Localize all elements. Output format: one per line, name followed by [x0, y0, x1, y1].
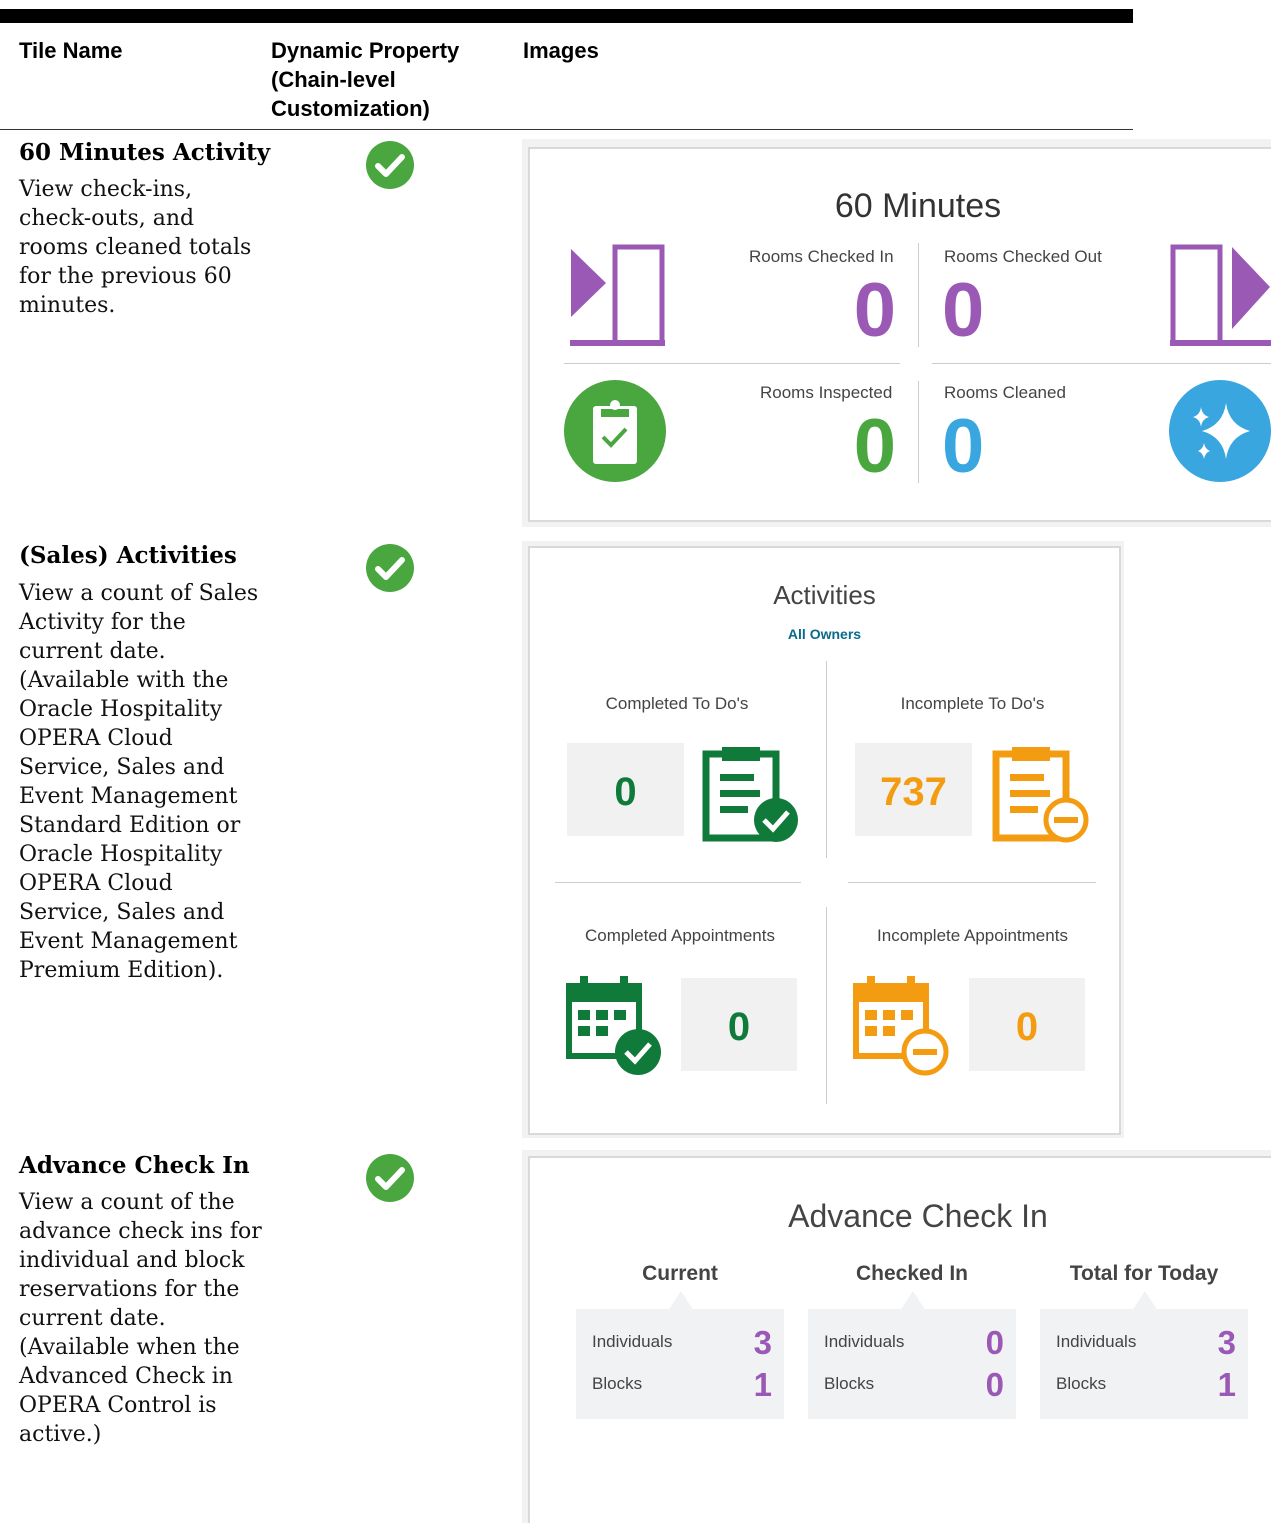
- header-dynamic-property: Dynamic Property (Chain-level Customizat…: [271, 38, 460, 121]
- incomplete-todos-label: Incomplete To Do's: [900, 694, 1045, 713]
- individuals-label: Individuals: [1056, 1332, 1137, 1351]
- tile-advance-title: Advance Check In: [788, 1198, 1048, 1234]
- tile-activities: Activities All Owners Completed To Do's …: [528, 546, 1121, 1135]
- door-enter-icon: [570, 244, 665, 346]
- rooms-checked-out-label: Rooms Checked Out: [944, 247, 1102, 266]
- completed-appts-value: 0: [727, 1005, 751, 1049]
- individuals-label: Individuals: [592, 1332, 673, 1351]
- completed-todos-value: 0: [614, 770, 637, 814]
- tile-activities-title: Activities: [773, 580, 876, 610]
- incomplete-todos-value: 737: [880, 770, 947, 814]
- incomplete-appts-label: Incomplete Appointments: [877, 926, 1068, 945]
- divider: [918, 381, 919, 483]
- clipboard-check-icon: [564, 380, 666, 482]
- individuals-value: 3: [753, 1324, 772, 1361]
- incomplete-appts-value: 0: [1015, 1005, 1039, 1049]
- header-tile-name: Tile Name: [19, 38, 123, 63]
- clipboard-complete-icon: [702, 747, 798, 842]
- blocks-value: 0: [985, 1366, 1004, 1403]
- individuals-value: 0: [985, 1324, 1004, 1361]
- divider: [555, 882, 801, 883]
- tile-advance-check-in: Advance Check In Current Individuals 3 B…: [528, 1156, 1271, 1523]
- row-desc-60-minutes: View check-ins, check-outs, and rooms cl…: [19, 177, 252, 318]
- pointer-notch: [668, 1291, 694, 1311]
- blocks-value: 1: [753, 1366, 772, 1403]
- tile-60-minutes-title: 60 Minutes: [834, 187, 1002, 225]
- rooms-checked-in-value: 0: [853, 268, 896, 353]
- row-desc-activities: View a count of Sales Activity for the c…: [19, 581, 259, 983]
- row-title-activities: (Sales) Activities: [19, 542, 237, 569]
- completed-todos-label: Completed To Do's: [605, 694, 749, 713]
- divider: [826, 661, 827, 858]
- row-title-advance-check-in: Advance Check In: [19, 1152, 250, 1179]
- individuals-label: Individuals: [824, 1332, 905, 1351]
- owner-filter-link[interactable]: All Owners: [530, 626, 1119, 642]
- table-top-rule: [0, 9, 1133, 23]
- header-images: Images: [523, 38, 599, 63]
- check-circle-icon: [366, 141, 414, 189]
- completed-appts-label: Completed Appointments: [585, 926, 775, 945]
- group-heading-current: Current: [642, 1262, 718, 1285]
- divider: [564, 363, 900, 364]
- rooms-inspected-value: 0: [853, 404, 896, 489]
- group-heading-checked-in: Checked In: [855, 1262, 969, 1285]
- check-circle-icon: [366, 1154, 414, 1202]
- pointer-notch: [900, 1291, 926, 1311]
- clipboard-minus-icon: [992, 747, 1089, 843]
- group-heading-total-today: Total for Today: [1069, 1262, 1219, 1285]
- row-desc-advance-check-in: View a count of the advance check ins fo…: [19, 1190, 262, 1447]
- check-circle-icon: [366, 544, 414, 592]
- sparkle-icon: [1169, 380, 1271, 482]
- tile-60-minutes: 60 Minutes Rooms Checked In 0 Rooms Chec…: [528, 147, 1271, 522]
- rooms-cleaned-label: Rooms Cleaned: [944, 383, 1066, 402]
- divider: [848, 882, 1096, 883]
- rooms-cleaned-value: 0: [942, 404, 985, 489]
- rooms-inspected-label: Rooms Inspected: [760, 383, 893, 402]
- door-exit-icon: [1170, 244, 1271, 346]
- divider: [932, 363, 1271, 364]
- pointer-notch: [1132, 1291, 1158, 1311]
- blocks-label: Blocks: [592, 1374, 643, 1393]
- header-rule: [0, 129, 1133, 130]
- blocks-label: Blocks: [824, 1374, 875, 1393]
- row-title-60-minutes: 60 Minutes Activity: [19, 139, 271, 166]
- individuals-value: 3: [1217, 1324, 1236, 1361]
- blocks-value: 1: [1217, 1366, 1236, 1403]
- rooms-checked-in-label: Rooms Checked In: [749, 247, 894, 266]
- divider: [918, 243, 919, 347]
- rooms-checked-out-value: 0: [942, 268, 985, 353]
- blocks-label: Blocks: [1056, 1374, 1107, 1393]
- calendar-minus-icon: [853, 976, 949, 1076]
- calendar-check-icon: [566, 976, 661, 1075]
